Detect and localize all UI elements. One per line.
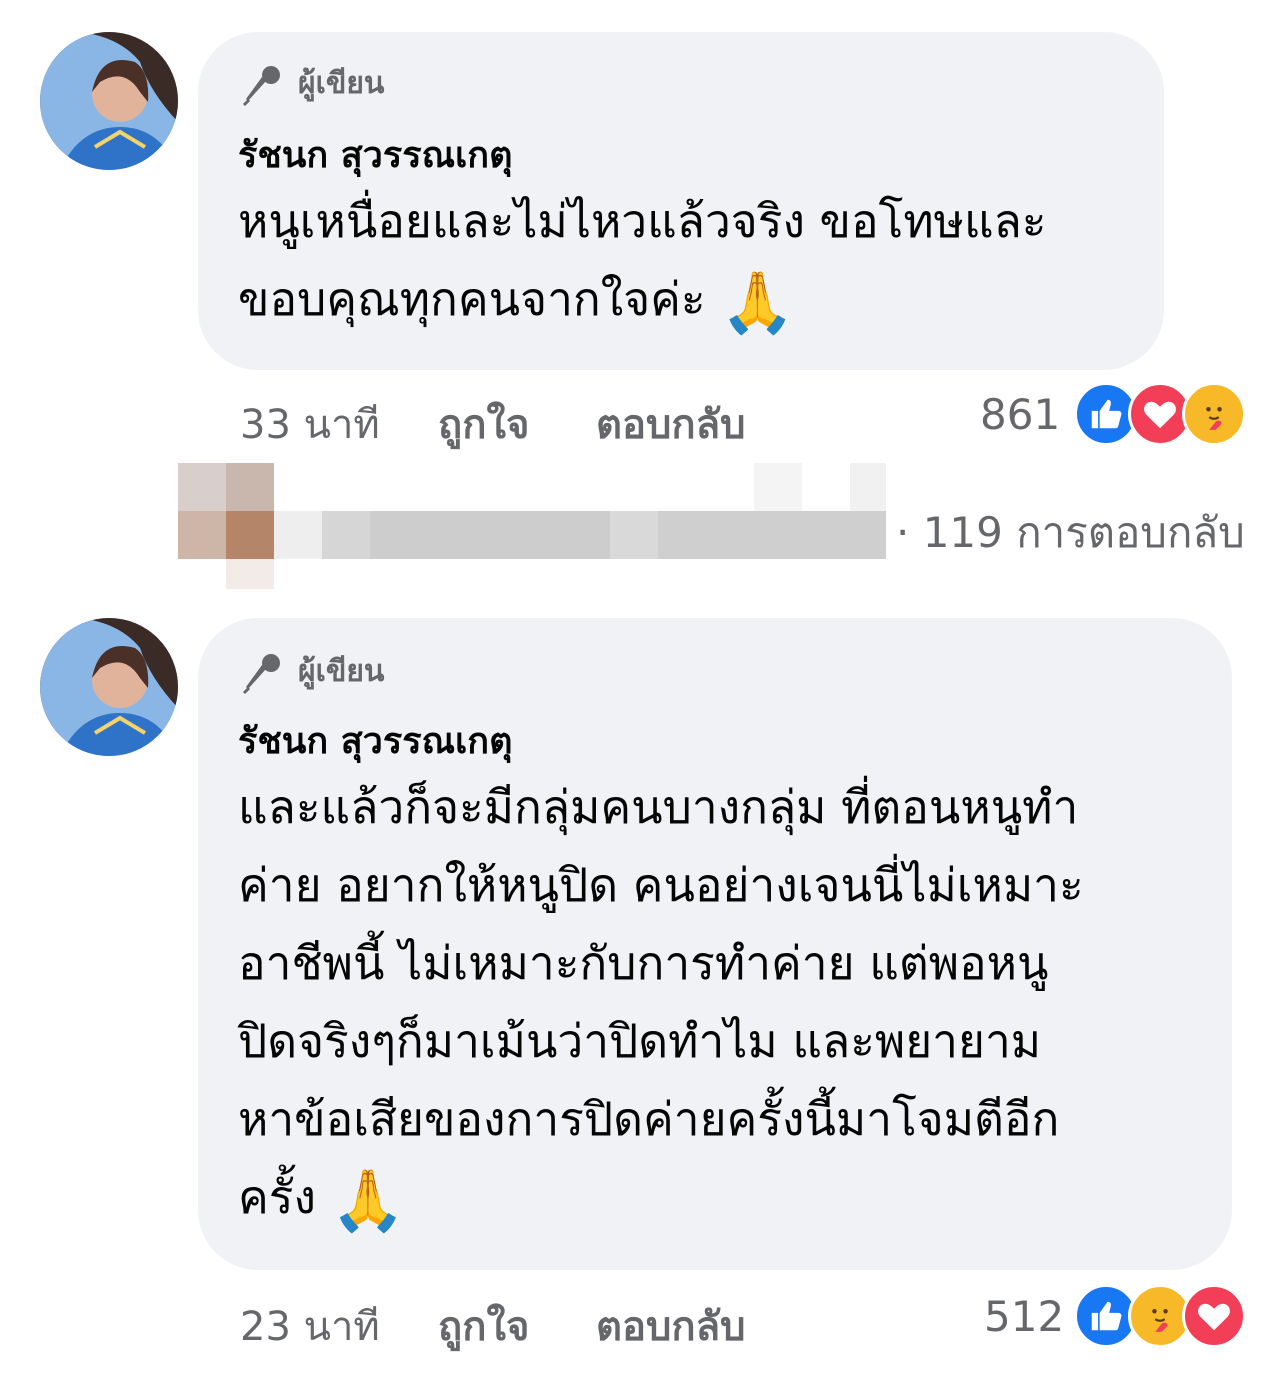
comment-line: ปิดจริงๆก็มาเม้นว่าปิดทำไม และพยายาม	[238, 1014, 1042, 1068]
comment-actions: 33 นาที ถูกใจ ตอบกลับ	[240, 392, 746, 456]
reaction-icons[interactable]	[1074, 1284, 1246, 1348]
author-tag: ผู้เขียน	[298, 654, 385, 689]
view-replies-link[interactable]: · 119 การตอบกลับ	[896, 500, 1245, 566]
author-name[interactable]: รัชนก สุวรรณเกตุ	[238, 712, 512, 769]
avatar[interactable]	[40, 618, 178, 756]
author-badge: ผู้เขียน	[240, 648, 384, 695]
comment-line-with-emoji: ขอบคุณทุกคนจากใจค่ะ 🙏	[238, 260, 1047, 342]
timestamp[interactable]: 33 นาที	[240, 392, 438, 456]
reply-button[interactable]: ตอบกลับ	[596, 1294, 746, 1358]
comment-bubble: ผู้เขียน รัชนก สุวรรณเกตุ หนูเหนื่อยและไ…	[198, 32, 1164, 370]
author-badge: ผู้เขียน	[240, 60, 384, 107]
comment-text: และแล้วก็จะมีกลุ่มคนบางกลุ่ม ที่ตอนหนูทำ…	[238, 768, 1084, 1240]
care-icon	[1182, 382, 1246, 446]
comment-line: อาชีพนี้ ไม่เหมาะกับการทำค่าย แต่พอหนู	[238, 936, 1049, 990]
reaction-count[interactable]: 512	[984, 1292, 1064, 1341]
reaction-icons[interactable]	[1074, 382, 1246, 446]
avatar-photo	[40, 618, 178, 756]
folded-hands-emoji: 🙏	[330, 1166, 406, 1236]
comment-line: ขอบคุณทุกคนจากใจค่ะ	[238, 272, 706, 326]
avatar-photo	[40, 32, 178, 170]
comment-line: ค่าย อยากให้หนูปิด คนอย่างเจนนี่ไม่เหมาะ	[238, 858, 1084, 912]
reply-button[interactable]: ตอบกลับ	[596, 392, 746, 456]
comment-bubble: ผู้เขียน รัชนก สุวรรณเกตุ และแล้วก็จะมีก…	[198, 618, 1232, 1270]
like-button[interactable]: ถูกใจ	[438, 392, 596, 456]
comment-line: หาข้อเสียของการปิดค่ายครั้งนี้มาโจมตีอีก	[238, 1092, 1060, 1146]
comment-line: หนูเหนื่อยและไม่ไหวแล้วจริง ขอโทษและ	[238, 194, 1047, 248]
comment-line-with-emoji: ครั้ง 🙏	[238, 1158, 1084, 1240]
comment-line: และแล้วก็จะมีกลุ่มคนบางกลุ่ม ที่ตอนหนูทำ	[238, 780, 1079, 834]
author-tag: ผู้เขียน	[298, 66, 385, 101]
comment-line: ครั้ง	[238, 1170, 316, 1224]
folded-hands-emoji: 🙏	[720, 268, 795, 338]
blurred-reply-preview[interactable]	[178, 463, 886, 589]
like-button[interactable]: ถูกใจ	[438, 1294, 596, 1358]
author-name[interactable]: รัชนก สุวรรณเกตุ	[238, 126, 512, 183]
comment-actions: 23 นาที ถูกใจ ตอบกลับ	[240, 1294, 746, 1358]
love-icon	[1182, 1284, 1246, 1348]
comment-text: หนูเหนื่อยและไม่ไหวแล้วจริง ขอโทษและ ขอบ…	[238, 182, 1047, 342]
timestamp[interactable]: 23 นาที	[240, 1294, 438, 1358]
microphone-icon	[242, 65, 280, 106]
microphone-icon	[242, 653, 280, 694]
reaction-count[interactable]: 861	[980, 390, 1060, 439]
avatar[interactable]	[40, 32, 178, 170]
